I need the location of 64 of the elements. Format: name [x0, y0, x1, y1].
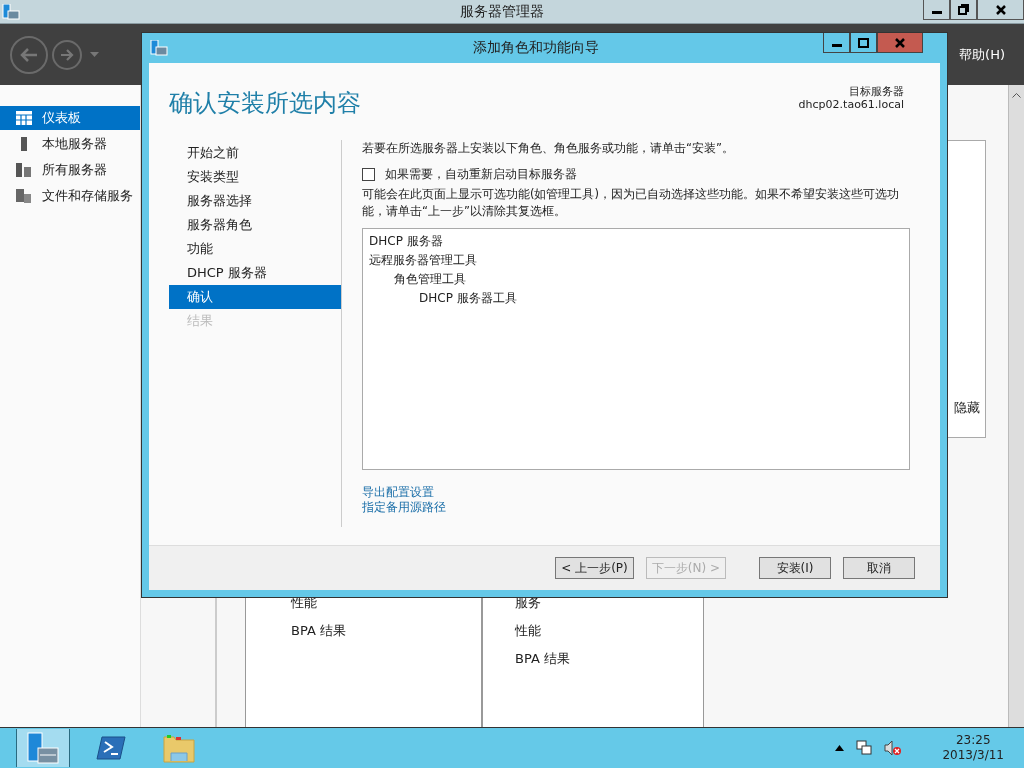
- server-toolbox-icon: [150, 40, 168, 56]
- tile-item[interactable]: 性能: [515, 621, 703, 640]
- close-icon: [895, 37, 905, 48]
- wizard-button[interactable]: 安装(I): [759, 557, 831, 579]
- close-button[interactable]: [977, 0, 1024, 20]
- sidebar-item[interactable]: 本地服务器: [0, 132, 140, 156]
- page-heading: 确认安装所选内容: [169, 88, 361, 119]
- window-title: 服务器管理器: [459, 2, 544, 21]
- wizard-step[interactable]: 服务器角色: [169, 213, 341, 237]
- folder-icon: [163, 733, 195, 763]
- servers-icon: [16, 163, 32, 177]
- back-arrow-icon: [20, 47, 38, 62]
- selection-item: DHCP 服务器工具: [419, 290, 517, 307]
- wizard-button[interactable]: < 上一步(P): [555, 557, 634, 579]
- selection-item: DHCP 服务器: [369, 233, 443, 250]
- server-toolbox-icon: [2, 3, 20, 20]
- tile-item[interactable]: BPA 结果: [291, 621, 481, 640]
- wizard-button[interactable]: 取消: [843, 557, 915, 579]
- maximize-button[interactable]: [850, 33, 877, 53]
- sidebar-item[interactable]: 文件和存储服务: [0, 184, 140, 208]
- minimize-button[interactable]: [923, 0, 950, 20]
- target-server-label: 目标服务器: [849, 85, 904, 98]
- wizard-step[interactable]: 开始之前: [169, 141, 341, 165]
- target-server-name: dhcp02.tao61.local: [798, 98, 904, 111]
- sidebar-item[interactable]: 所有服务器: [0, 158, 140, 182]
- selection-item: 远程服务器管理工具: [369, 252, 477, 269]
- hide-link[interactable]: 隐藏: [954, 399, 980, 417]
- dashboard-grid-icon: [16, 111, 32, 125]
- instruction-text: 若要在所选服务器上安装以下角色、角色服务或功能，请单击“安装”。: [362, 140, 735, 157]
- note-text: 可能会在此页面上显示可选功能(如管理工具)，因为已自动选择这些功能。如果不希望安装这些可选功能，请单击“上一步”以清除其复选框。: [362, 186, 900, 220]
- maximize-icon: [858, 37, 869, 48]
- show-hidden-icons-arrow-icon[interactable]: [835, 745, 845, 751]
- dropdown-caret-icon: [90, 52, 99, 57]
- wizard-step[interactable]: 服务器选择: [169, 189, 341, 213]
- scrollbar[interactable]: [1008, 85, 1024, 727]
- clock-date[interactable]: 2013/3/11: [942, 748, 1004, 763]
- tile-item[interactable]: BPA 结果: [515, 649, 703, 668]
- network-icon[interactable]: [856, 740, 873, 756]
- restore-icon: [958, 4, 969, 15]
- folders-icon: [16, 189, 32, 203]
- dialog-title: 添加角色和功能向导: [472, 39, 599, 57]
- help-menu[interactable]: 帮助(H): [959, 45, 1005, 64]
- link[interactable]: 导出配置设置: [362, 485, 434, 500]
- minimize-icon: [931, 11, 942, 14]
- forward-arrow-icon: [60, 48, 74, 61]
- wizard-step[interactable]: DHCP 服务器: [169, 261, 341, 285]
- terminal-prompt-icon: [96, 735, 126, 761]
- speaker-muted-icon[interactable]: [884, 740, 903, 756]
- server-toolbox-icon: [26, 732, 60, 764]
- wizard-step[interactable]: 确认: [169, 285, 341, 309]
- restore-button[interactable]: [950, 0, 977, 20]
- close-icon: [995, 4, 1006, 15]
- minimize-icon: [831, 44, 842, 47]
- restart-checkbox-label[interactable]: 如果需要，自动重新启动目标服务器: [385, 166, 577, 183]
- wizard-step[interactable]: 安装类型: [169, 165, 341, 189]
- server-manager-taskbar-button[interactable]: [16, 729, 70, 767]
- wizard-step[interactable]: 功能: [169, 237, 341, 261]
- restart-checkbox[interactable]: [362, 168, 375, 181]
- selection-item: 角色管理工具: [394, 271, 466, 288]
- minimize-button[interactable]: [823, 33, 850, 53]
- scroll-up-icon: [1012, 92, 1021, 98]
- clock-time[interactable]: 23:25: [955, 733, 991, 748]
- link[interactable]: 指定备用源路径: [362, 500, 446, 515]
- sidebar-item[interactable]: 仪表板: [0, 106, 140, 130]
